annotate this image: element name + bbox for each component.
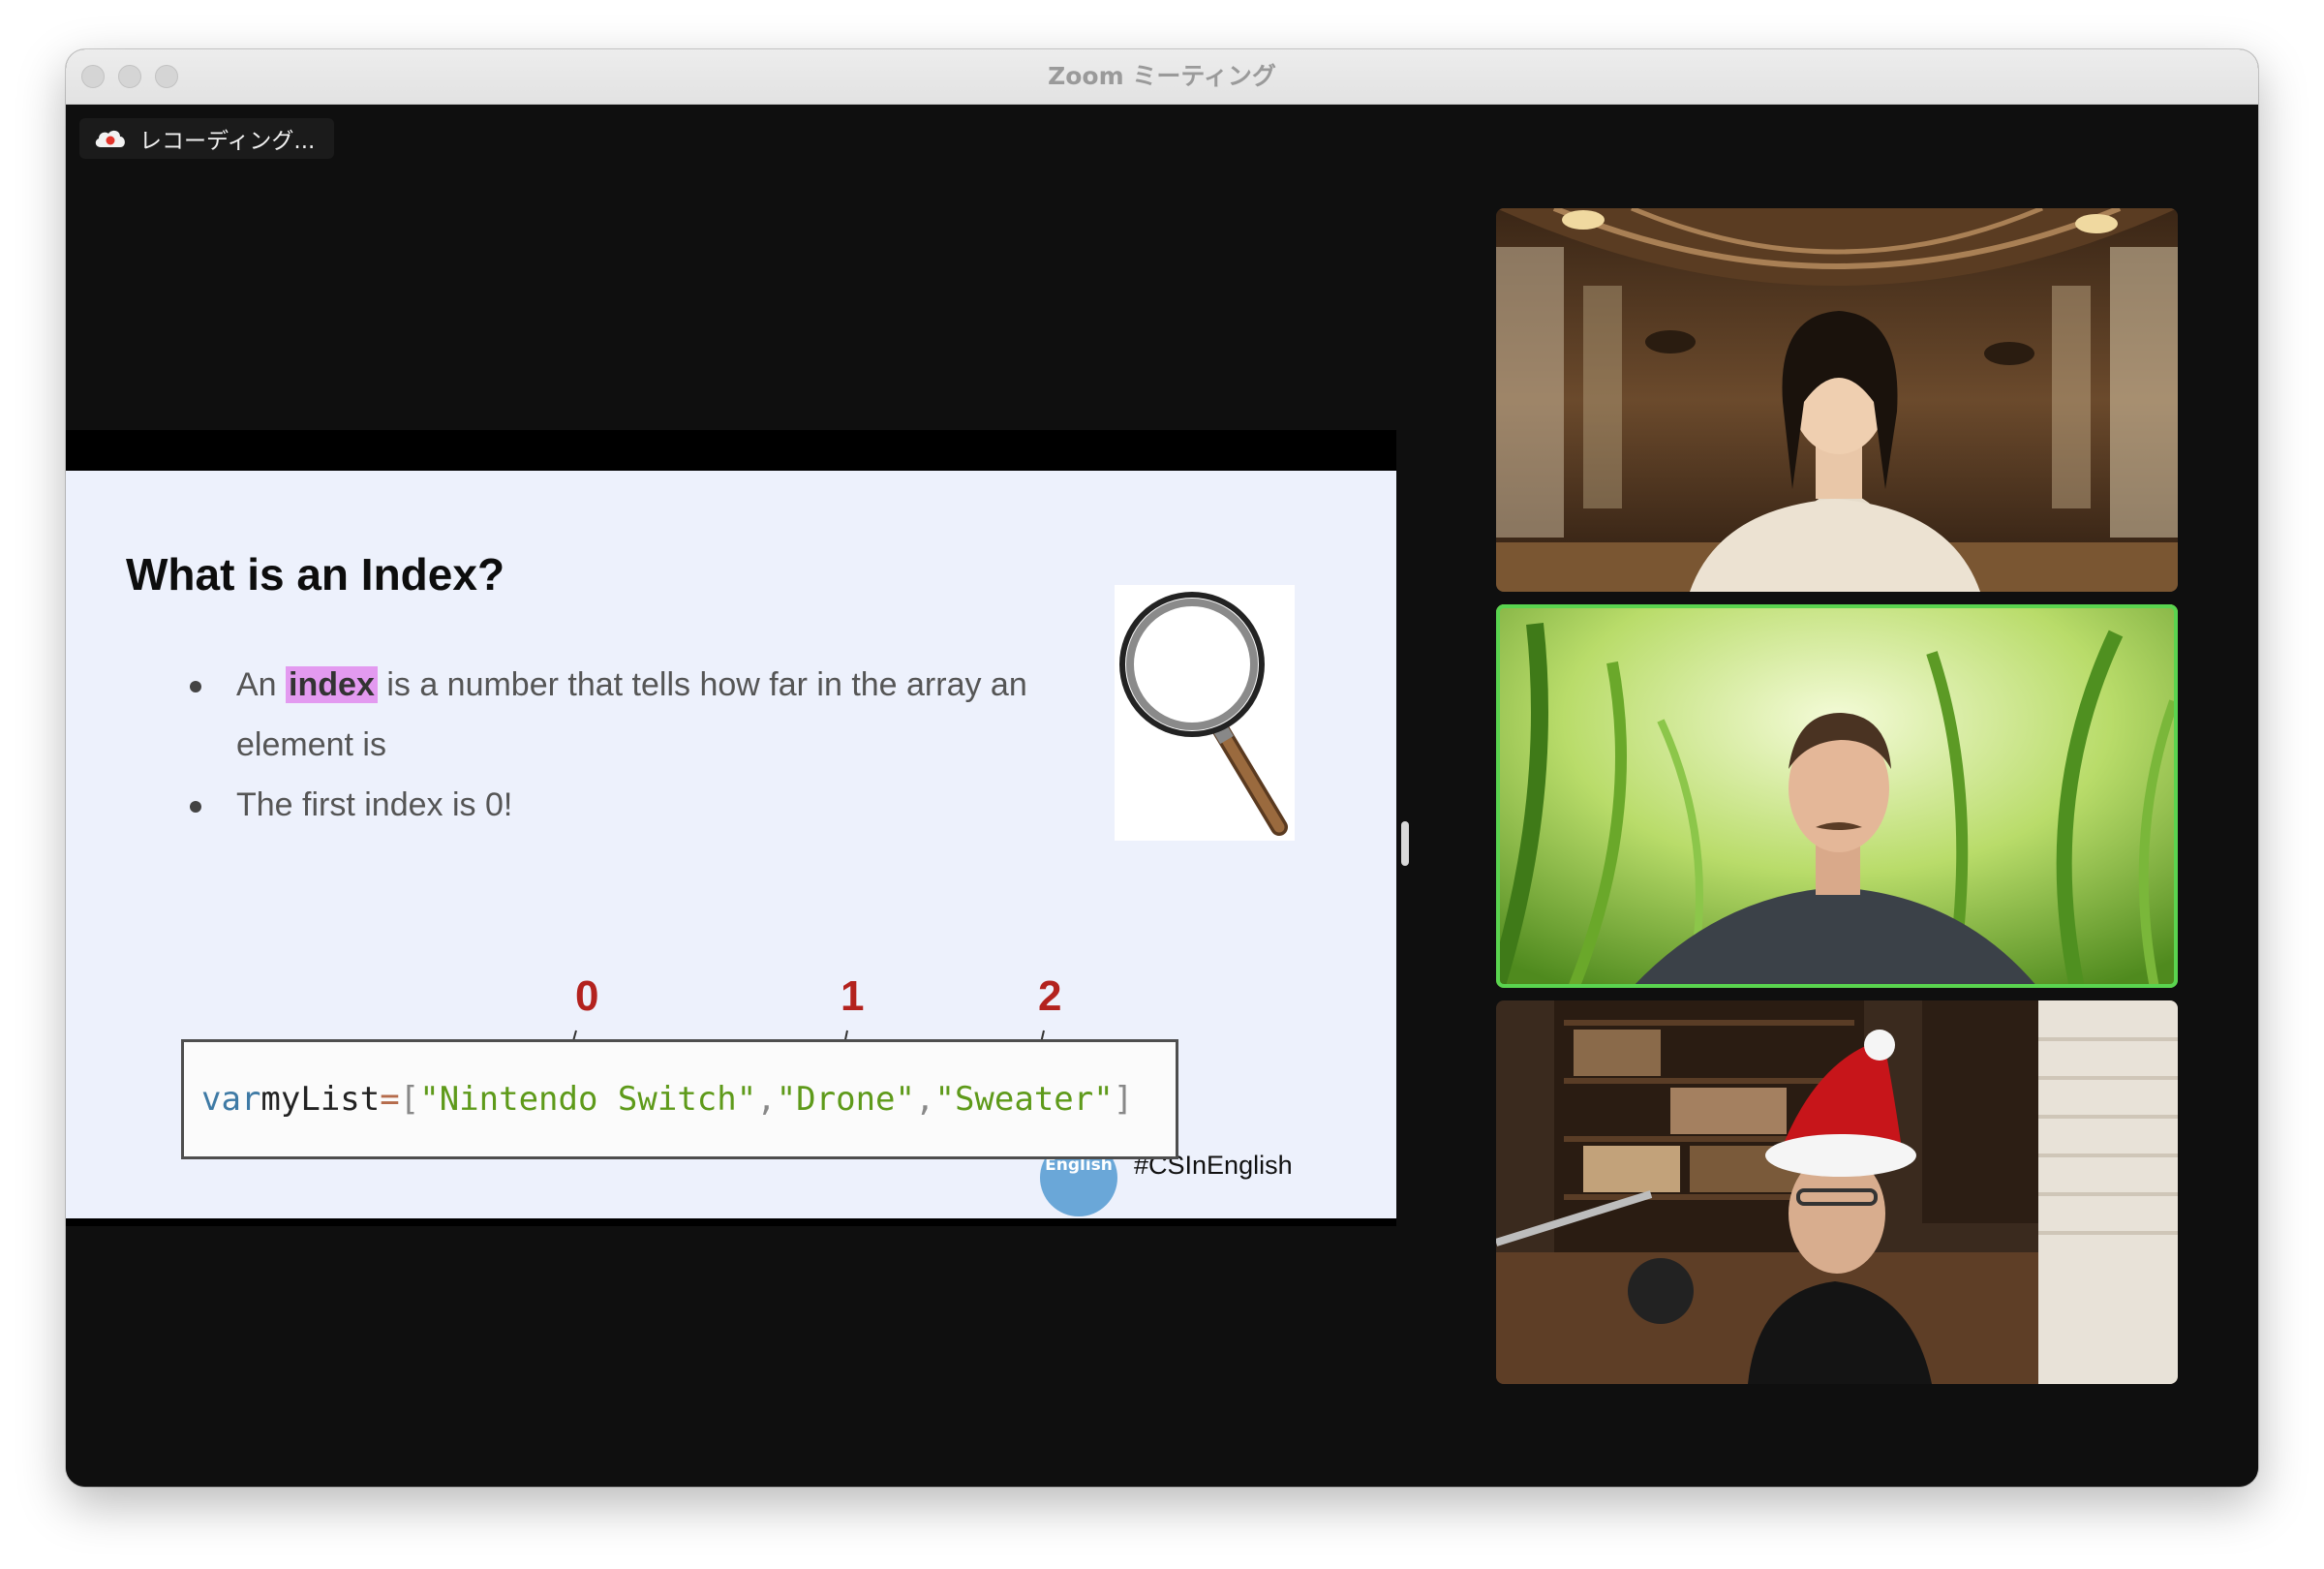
- slide-title: What is an Index?: [126, 549, 505, 600]
- title-bar: Zoom ミーティング: [66, 49, 2258, 105]
- code-variable: myList: [260, 1080, 381, 1119]
- code-comma-0: ,: [756, 1080, 777, 1119]
- code-item-0: "Nintendo Switch": [419, 1080, 757, 1119]
- window-title: Zoom ミーティング: [1048, 62, 1276, 90]
- code-item-1: "Drone": [776, 1080, 915, 1119]
- code-open-bracket: [: [399, 1080, 420, 1119]
- recording-label: レコーディング...: [139, 129, 316, 154]
- code-equals: =: [380, 1080, 400, 1119]
- index-label-0: 0: [575, 972, 599, 1020]
- bullet-index-definition: An index is a number that tells how far …: [180, 655, 1052, 775]
- participant-video-2-active-speaker[interactable]: [1496, 604, 2178, 988]
- bullet-first-index: The first index is 0!: [180, 775, 1052, 835]
- code-snippet: var myList = ["Nintendo Switch", "Drone"…: [181, 1039, 1178, 1159]
- code-comma-1: ,: [915, 1080, 935, 1119]
- slide-bullets: An index is a number that tells how far …: [180, 655, 1052, 835]
- code-close-bracket: ]: [1113, 1080, 1134, 1119]
- zoom-window: Zoom ミーティング レコーディング... What is an Index?…: [66, 49, 2258, 1487]
- bullet-text-start: An: [236, 666, 277, 703]
- recording-indicator[interactable]: レコーディング...: [79, 118, 335, 159]
- magnifying-glass-image: [1115, 585, 1295, 841]
- code-keyword: var: [201, 1080, 261, 1119]
- cloud-recording-icon: [95, 130, 125, 147]
- participant-video-1[interactable]: [1496, 208, 2178, 592]
- meeting-content: レコーディング... What is an Index? An index is…: [66, 105, 2258, 1487]
- highlighted-term: index: [286, 666, 378, 703]
- participant-video-3[interactable]: [1496, 1000, 2178, 1384]
- shared-slide: What is an Index? An index is a number t…: [66, 471, 1396, 1218]
- panel-resize-handle[interactable]: [1401, 821, 1409, 866]
- index-label-1: 1: [841, 972, 865, 1020]
- code-item-2: "Sweater": [934, 1080, 1114, 1119]
- index-label-2: 2: [1038, 972, 1062, 1020]
